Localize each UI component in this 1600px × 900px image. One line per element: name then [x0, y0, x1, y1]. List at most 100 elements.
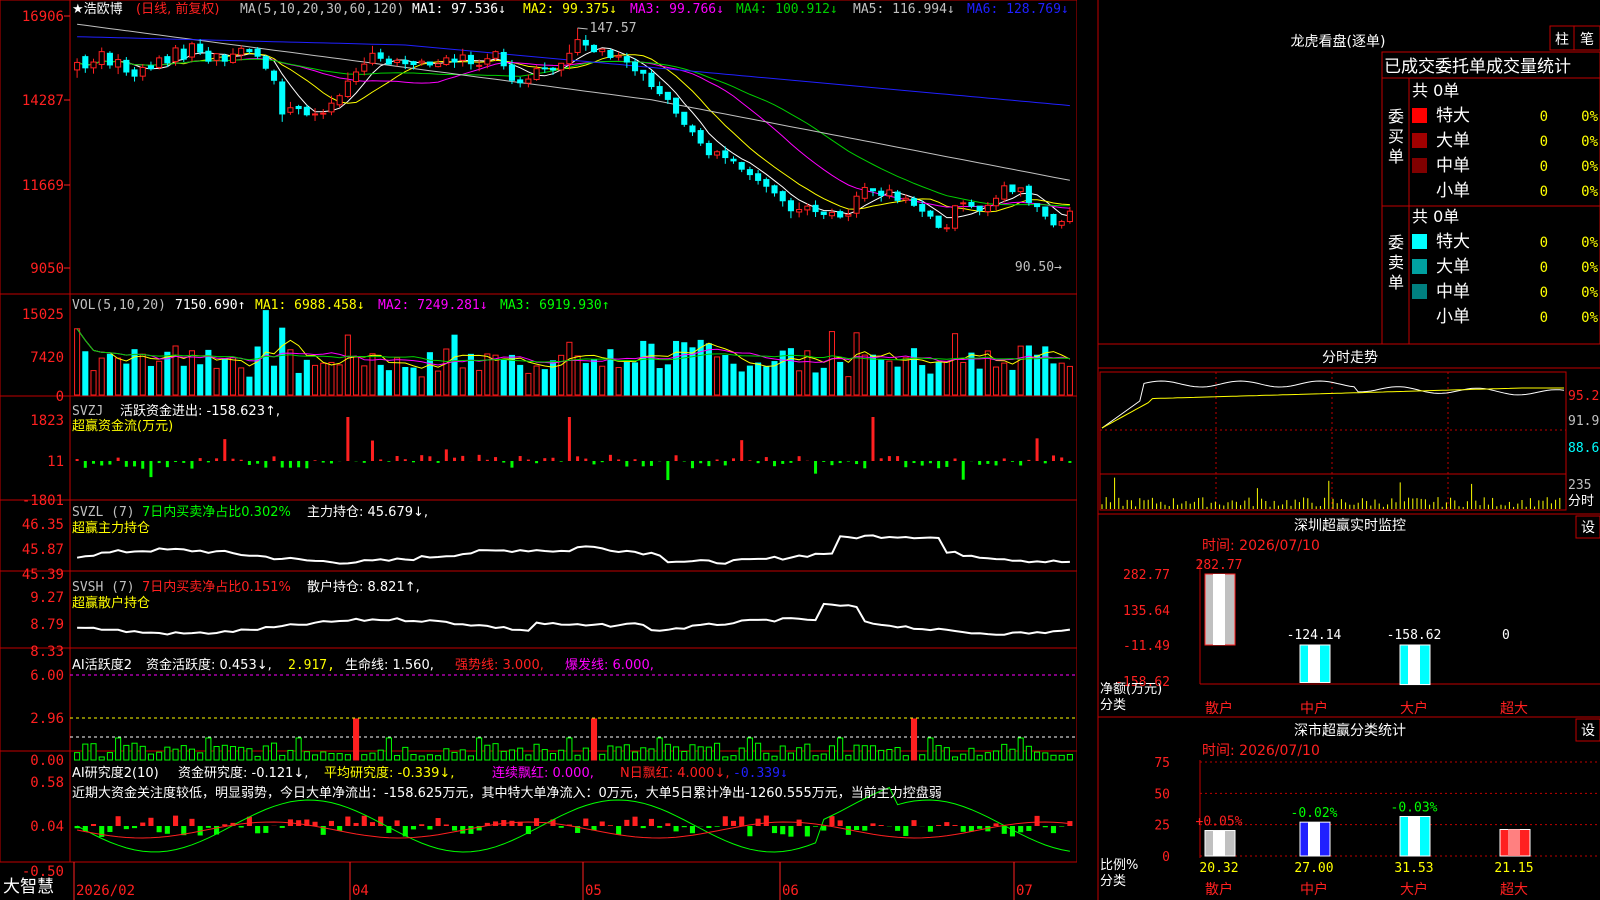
volume-bar [139, 353, 146, 396]
order-count: 0 [1540, 310, 1548, 326]
volume-bar [993, 366, 1000, 396]
activity-bar [861, 745, 868, 761]
candle [205, 50, 212, 62]
candle [804, 205, 811, 211]
candle [640, 69, 647, 74]
candle [361, 63, 368, 72]
volume-bar [590, 359, 598, 396]
class-category: 超大 [1500, 882, 1528, 898]
volume-bar [894, 366, 901, 396]
activity-bar [361, 754, 368, 761]
research-bar [419, 824, 425, 826]
svsh-sub: 超赢散户持仓 [72, 595, 150, 611]
volume-bar [541, 369, 548, 396]
research-bar [353, 822, 359, 826]
activity-bar [402, 746, 409, 761]
fenshi-vol-label: 235 [1568, 478, 1591, 493]
activity-bar [353, 718, 360, 761]
activity-bar [820, 753, 827, 761]
activity-bar [1001, 743, 1008, 761]
class-unit: 比例% [1100, 858, 1138, 873]
svsh-desc: 7日内买卖净占比0.151% [142, 579, 291, 595]
candle [878, 190, 885, 196]
side-char: 委 [1388, 233, 1404, 252]
money-flow-bar [1068, 461, 1072, 463]
volume-bar [82, 351, 89, 396]
volume-bar [968, 352, 975, 396]
candle [566, 52, 573, 65]
volume-bar [320, 362, 327, 396]
candle [156, 57, 163, 68]
activity-bar [951, 756, 959, 761]
order-color-swatch [1412, 133, 1427, 148]
svzj-tick-label: 1823 [30, 413, 64, 429]
candle [943, 227, 950, 230]
monitor-bar-shine [1408, 645, 1420, 685]
class-bar-delta: +0.05% [1196, 815, 1243, 830]
candle [402, 59, 409, 65]
research-bar [255, 826, 261, 834]
activity-bar [1025, 745, 1032, 761]
stat-title: 已成交委托单成交量统计 [1384, 57, 1571, 77]
volume-bar [254, 346, 261, 396]
monitor-bar-value: 282.77 [1196, 558, 1243, 573]
candle [902, 197, 909, 201]
y-tick-label: 14287 [22, 93, 64, 109]
activity-bar [574, 754, 581, 761]
money-flow-bar [494, 457, 498, 461]
activity-bar [385, 737, 392, 761]
chart-canvas[interactable]: 16906 14287 11669 9050 147.57 90.50→ ★浩欧博 (日线, … [0, 0, 1600, 900]
volume-bar [197, 364, 204, 396]
volume-bar [763, 366, 770, 396]
class-bar-shine [1308, 822, 1320, 856]
volume-bar [648, 343, 655, 396]
activity-bar [287, 749, 294, 761]
ai2-c: 连续飘红: 0.000, [492, 765, 594, 781]
candle [1009, 184, 1016, 193]
candle [755, 173, 762, 181]
volume-bar [796, 370, 803, 396]
volume-bar [878, 359, 885, 396]
order-count: 0 [1540, 260, 1548, 276]
fenshi-title: 分时走势 [1322, 350, 1378, 366]
svzl-tick-label: 45.87 [22, 542, 64, 558]
class-bar-shine [1508, 829, 1520, 856]
volume-bar [1009, 369, 1016, 396]
activity-bar [254, 755, 261, 761]
volume-bar [279, 327, 286, 396]
order-total: 共 0单 [1412, 81, 1459, 100]
research-bar [944, 822, 950, 826]
money-flow-bar [1010, 461, 1014, 462]
activity-bar [443, 748, 450, 761]
volume-bar [623, 361, 630, 396]
ai1-a: 资金活跃度: 0.453↓, [146, 657, 272, 673]
research-bar [410, 826, 417, 830]
money-flow-bar [871, 417, 875, 461]
activity-bar [1042, 752, 1049, 761]
ma6-value: MA6: 128.769↓ [967, 2, 1069, 17]
volume-bar [394, 357, 401, 396]
volume-bar [270, 365, 278, 396]
vol-ma2: MA2: 7249.281↓ [378, 298, 488, 313]
money-flow-bar [305, 461, 309, 469]
money-flow-bar [313, 460, 317, 461]
volume-bar [123, 363, 130, 396]
money-flow-bar [731, 458, 735, 461]
volume-bar [615, 367, 622, 396]
research-bar [689, 826, 696, 834]
class-bar-value: 31.53 [1394, 861, 1433, 876]
activity-bar [459, 749, 466, 761]
activity-bar [418, 755, 425, 761]
side-char: 买 [1388, 127, 1404, 146]
research-bar [854, 826, 860, 831]
monitor-unit: 净额(万元) [1100, 682, 1162, 697]
order-count: 0 [1540, 159, 1548, 175]
money-flow-bar [1051, 455, 1055, 461]
research-bar [164, 826, 170, 834]
activity-bar [943, 747, 950, 761]
ma-params: MA(5,10,20,30,60,120) [240, 2, 404, 17]
money-flow-bar [329, 461, 333, 464]
research-bar [123, 826, 129, 830]
activity-bar [123, 744, 130, 761]
money-flow-bar [215, 458, 219, 461]
